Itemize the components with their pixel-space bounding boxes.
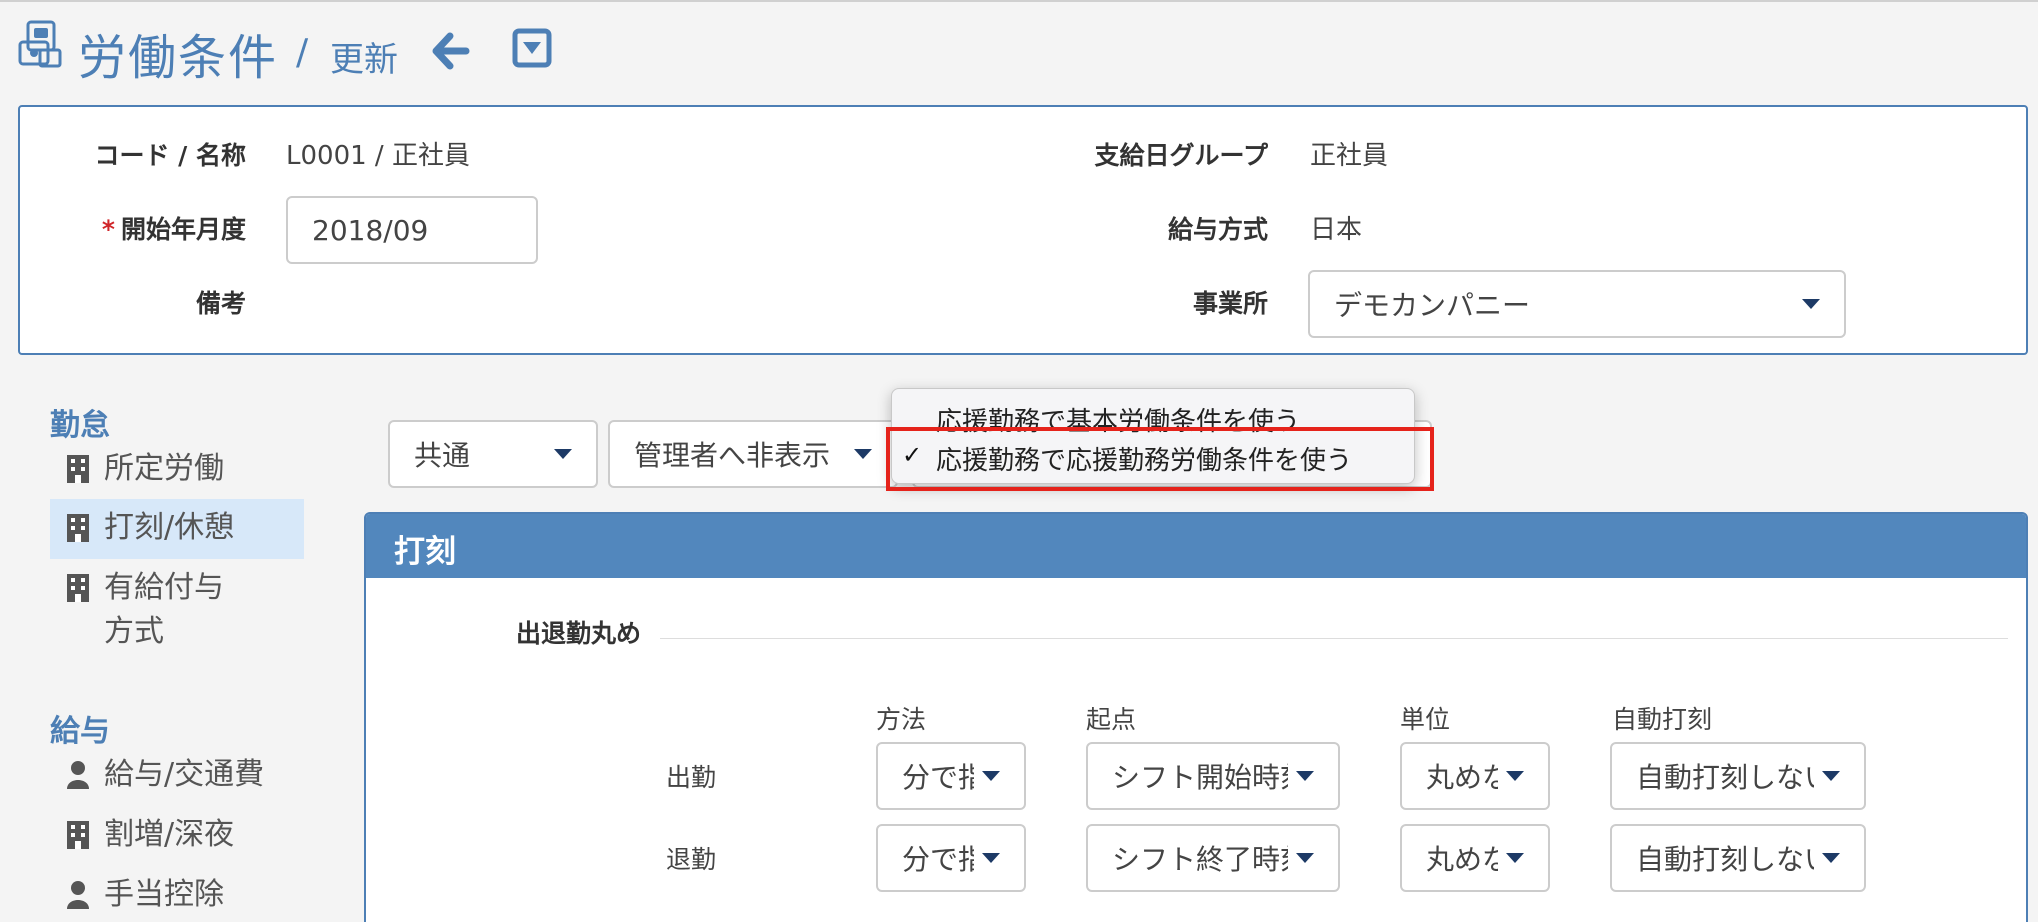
clock-out-method-select[interactable]: 分で指定 bbox=[876, 824, 1026, 892]
section-divider bbox=[660, 638, 2008, 639]
start-month-input[interactable]: 2018/09 bbox=[286, 196, 538, 264]
clock-in-auto-select[interactable]: 自動打刻しない bbox=[1610, 742, 1866, 810]
clock-in-unit-select[interactable]: 丸めない bbox=[1400, 742, 1550, 810]
payday-group-label: 支給日グループ bbox=[1094, 141, 1268, 170]
sidebar-item-label: 手当控除 bbox=[104, 877, 224, 912]
payday-group-value: 正社員 bbox=[1310, 141, 1389, 171]
collapse-toggle-icon[interactable] bbox=[512, 28, 552, 68]
clock-panel-title: 打刻 bbox=[366, 514, 2026, 578]
column-header-auto: 自動打刻 bbox=[1612, 705, 1713, 734]
sidebar-item-scheduled-work[interactable]: 所定労働 bbox=[66, 447, 306, 491]
salary-method-value: 日本 bbox=[1310, 215, 1363, 245]
person-icon bbox=[67, 761, 89, 789]
chevron-down-icon bbox=[1822, 771, 1840, 781]
clock-out-auto-select[interactable]: 自動打刻しない bbox=[1610, 824, 1866, 892]
code-name-value: L0001 / 正社員 bbox=[286, 141, 470, 171]
salary-method-label: 給与方式 bbox=[1167, 215, 1268, 244]
sidebar-item-salary-transport[interactable]: 給与/交通費 bbox=[66, 753, 306, 797]
chevron-down-icon bbox=[854, 449, 872, 459]
column-header-unit: 単位 bbox=[1400, 705, 1451, 734]
chevron-down-icon bbox=[982, 771, 1000, 781]
breadcrumb-separator: / bbox=[296, 32, 309, 73]
page-title: 労働条件 bbox=[78, 30, 279, 86]
chevron-down-icon bbox=[982, 853, 1000, 863]
sidebar-item-premium-night[interactable]: 割増/深夜 bbox=[66, 813, 306, 857]
office-label: 事業所 bbox=[1192, 289, 1268, 318]
chevron-down-icon bbox=[1802, 299, 1820, 309]
scope-select[interactable]: 共通 bbox=[388, 420, 598, 488]
row-label-clock-out: 退勤 bbox=[666, 845, 717, 874]
visibility-select[interactable]: 管理者へ非表示 bbox=[608, 420, 898, 488]
sidebar-item-clock-break[interactable]: 打刻/休憩 bbox=[66, 506, 300, 550]
sidebar-item-label: 所定労働 bbox=[104, 451, 224, 486]
chevron-down-icon bbox=[554, 449, 572, 459]
person-icon bbox=[67, 881, 89, 909]
column-header-origin: 起点 bbox=[1086, 705, 1137, 734]
sidebar-item-label: 給与/交通費 bbox=[104, 757, 265, 792]
chevron-down-icon bbox=[1296, 853, 1314, 863]
column-header-method: 方法 bbox=[876, 705, 927, 734]
chevron-down-icon bbox=[1296, 771, 1314, 781]
breadcrumb-current: 更新 bbox=[330, 40, 398, 80]
chevron-down-icon bbox=[1822, 853, 1840, 863]
clock-in-origin-select[interactable]: シフト開始時刻 bbox=[1086, 742, 1340, 810]
sidebar-item-paid-leave[interactable]: 有給付与方式 bbox=[66, 566, 276, 654]
sidebar-item-label: 有給付与方式 bbox=[104, 570, 224, 649]
start-month-label: * 開始年月度 bbox=[101, 215, 246, 244]
building-icon bbox=[67, 514, 89, 542]
back-arrow-icon[interactable] bbox=[428, 30, 470, 72]
chevron-down-icon bbox=[1506, 771, 1524, 781]
highlight-annotation-box bbox=[886, 427, 1434, 491]
sidebar-heading-salary: 給与 bbox=[50, 714, 110, 749]
office-select[interactable]: デモカンパニー bbox=[1308, 270, 1846, 338]
required-mark: * bbox=[101, 215, 115, 244]
clock-out-origin-select[interactable]: シフト終了時刻 bbox=[1086, 824, 1340, 892]
section-title-rounding: 出退勤丸め bbox=[516, 619, 642, 648]
clock-out-unit-select[interactable]: 丸めない bbox=[1400, 824, 1550, 892]
building-icon bbox=[67, 821, 89, 849]
clock-in-method-select[interactable]: 分で指定 bbox=[876, 742, 1026, 810]
sidebar-item-label: 割増/深夜 bbox=[104, 817, 235, 852]
labor-conditions-icon bbox=[18, 20, 62, 68]
building-icon bbox=[67, 455, 89, 483]
sidebar-item-allowance-deduction[interactable]: 手当控除 bbox=[66, 873, 306, 917]
chevron-down-icon bbox=[1506, 853, 1524, 863]
sidebar-heading-attendance: 勤怠 bbox=[50, 408, 110, 443]
sidebar-item-label: 打刻/休憩 bbox=[104, 510, 235, 545]
code-name-label: コード / 名称 bbox=[94, 141, 246, 170]
note-label: 備考 bbox=[195, 289, 246, 318]
row-label-clock-in: 出勤 bbox=[666, 763, 717, 792]
